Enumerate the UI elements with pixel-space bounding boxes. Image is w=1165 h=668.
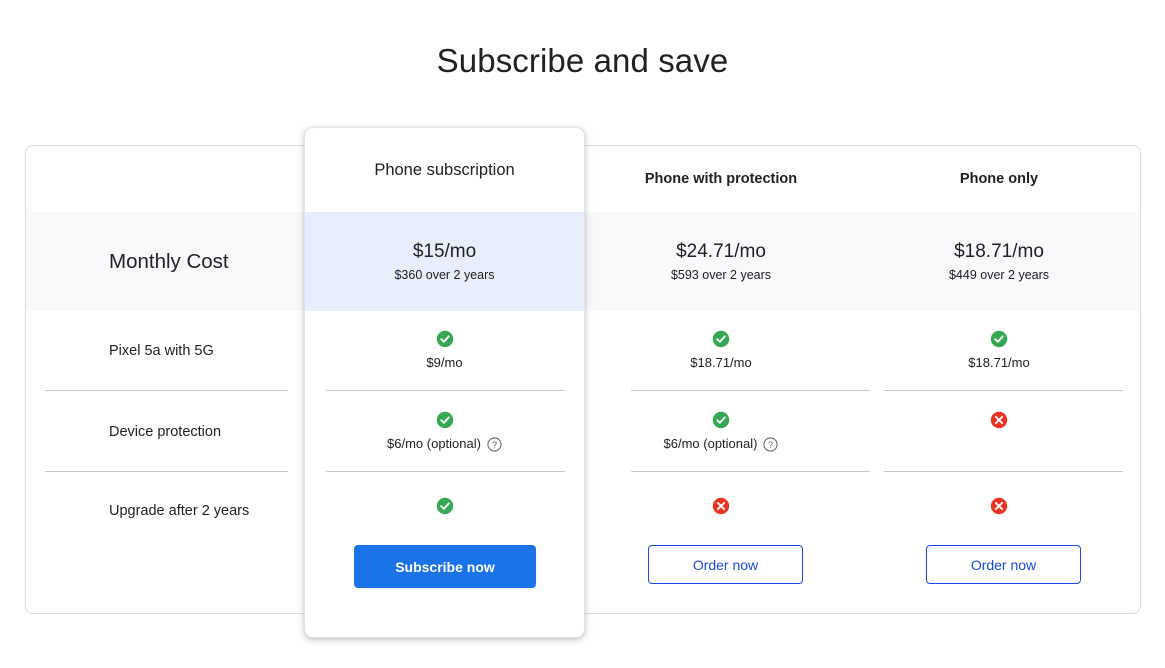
check-circle-icon [436, 411, 454, 429]
cost-cell-phone-with-protection: $24.71/mo $593 over 2 years [585, 212, 857, 311]
cell-note-device-protection-phone-subscription: $6/mo (optional) ? [387, 435, 502, 453]
cell-note-pixel-5a-phone-with-protection: $18.71/mo [690, 355, 752, 370]
cell-upgrade-phone-subscription [305, 497, 584, 515]
check-circle-icon [990, 330, 1008, 348]
cell-pixel-5a-with-5g-phone-subscription: $9/mo [305, 330, 584, 372]
column-header-phone-subscription: Phone subscription [374, 160, 515, 179]
row-divider [45, 471, 288, 472]
svg-text:?: ? [768, 439, 773, 449]
column-header-phone-with-protection: Phone with protection [644, 171, 798, 187]
featured-cost-band: $15/mo $360 over 2 years [305, 212, 584, 311]
cell-note-pixel-5a-phone-only: $18.71/mo [968, 355, 1030, 370]
cost-sub-phone-only: $449 over 2 years [948, 268, 1050, 282]
svg-text:?: ? [492, 439, 497, 449]
featured-column-phone-subscription[interactable]: Phone subscription $15/mo $360 over 2 ye… [304, 127, 585, 638]
row-label-pixel-5a-with-5g: Pixel 5a with 5G [109, 343, 214, 359]
cost-sub-phone-with-protection: $593 over 2 years [670, 268, 772, 282]
cell-upgrade-phone-with-protection [585, 497, 857, 515]
row-divider [631, 390, 870, 391]
cell-device-protection-phone-with-protection: $6/mo (optional) ? [585, 411, 857, 453]
cost-main-phone-with-protection: $24.71/mo [676, 241, 766, 262]
cost-main-phone-subscription: $15/mo [412, 241, 477, 262]
cost-sub-phone-subscription: $360 over 2 years [394, 268, 495, 282]
subscribe-now-button[interactable]: Subscribe now [354, 545, 536, 588]
cell-note-pixel-5a-phone-subscription: $9/mo [426, 355, 463, 370]
row-divider [45, 390, 288, 391]
order-now-button-phone-with-protection[interactable]: Order now [648, 545, 803, 584]
cell-pixel-5a-with-5g-phone-with-protection: $18.71/mo [585, 330, 857, 372]
order-now-button-phone-only[interactable]: Order now [926, 545, 1081, 584]
cell-device-protection-phone-subscription: $6/mo (optional) ? [305, 411, 584, 453]
cost-main-phone-only: $18.71/mo [954, 241, 1044, 262]
page-title: Subscribe and save [436, 42, 729, 79]
row-label-monthly-cost: Monthly Cost [109, 249, 229, 273]
row-divider [326, 471, 565, 472]
cell-pixel-5a-with-5g-phone-only: $18.71/mo [863, 330, 1135, 372]
row-divider [631, 471, 870, 472]
cell-note-text: $6/mo (optional) [387, 436, 481, 451]
check-circle-icon [436, 330, 454, 348]
cell-upgrade-phone-only [863, 497, 1135, 515]
cell-note-device-protection-phone-with-protection: $6/mo (optional) ? [664, 435, 779, 453]
cell-device-protection-phone-only [863, 411, 1135, 435]
check-circle-icon [712, 330, 730, 348]
cell-note-text: $6/mo (optional) [663, 436, 758, 451]
check-circle-icon [436, 497, 454, 515]
help-circle-icon[interactable]: ? [763, 436, 779, 452]
cost-cell-phone-only: $18.71/mo $449 over 2 years [863, 212, 1135, 311]
check-circle-icon [712, 411, 730, 429]
cross-circle-icon [712, 497, 730, 515]
row-divider [884, 471, 1123, 472]
row-divider [884, 390, 1123, 391]
help-circle-icon[interactable]: ? [487, 436, 502, 452]
column-header-phone-only: Phone only [959, 171, 1039, 187]
cross-circle-icon [990, 497, 1008, 515]
row-label-upgrade-after-2-years: Upgrade after 2 years [109, 503, 250, 519]
subscribe-and-save-page: Subscribe and save Phone with protection… [0, 0, 1165, 668]
row-label-device-protection: Device protection [109, 424, 222, 440]
cross-circle-icon [990, 411, 1008, 429]
row-divider [326, 390, 565, 391]
